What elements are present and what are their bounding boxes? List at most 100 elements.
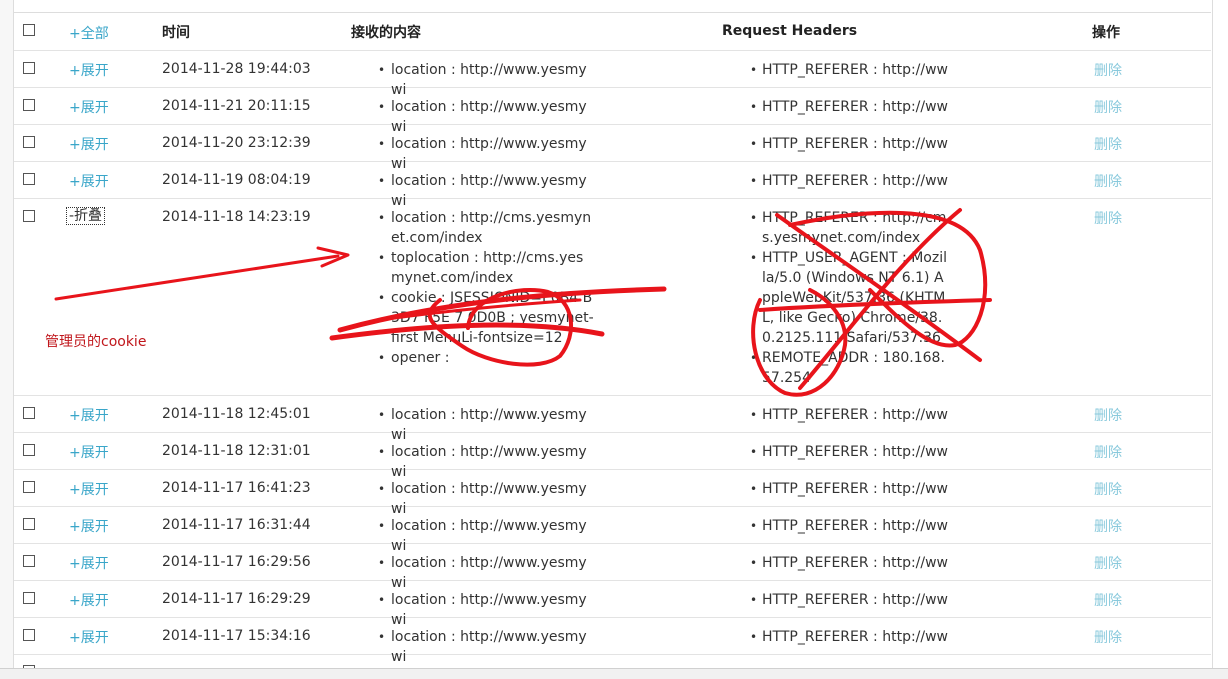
content-item: location : http://cms.yesmynet.com/index [376,208,596,248]
actions-column-header: 操作 [1092,25,1120,41]
request-headers-list: HTTP_REFERER : http://ww [748,590,948,610]
header-item: HTTP_REFERER : http://cms.yesmynet.com/i… [748,208,948,248]
header-item: HTTP_USER_AGENT : Mozilla/5.0 (Windows N… [748,248,948,348]
row-time: 2014-11-18 14:23:19 [162,209,311,225]
table-row: +展开2014-11-17 16:29:29location : http://… [14,580,1211,628]
header-item: REMOTE_ADDR : 180.168.57.254 [748,348,948,388]
request-headers-list: HTTP_REFERER : http://ww [748,405,948,425]
row-time: 2014-11-18 12:45:01 [162,406,311,422]
select-all-checkbox[interactable] [23,24,35,36]
request-headers-list: HTTP_REFERER : http://ww [748,97,948,117]
table-row: +展开2014-11-19 08:04:19location : http://… [14,161,1211,209]
delete-link[interactable]: 删除 [1094,553,1122,573]
request-headers-list: HTTP_REFERER : http://ww [748,553,948,573]
row-time: 2014-11-28 19:44:03 [162,61,311,77]
table-header-row: +全部 时间 接收的内容 Request Headers 操作 [14,13,1211,51]
header-item: HTTP_REFERER : http://ww [748,97,948,117]
expand-toggle[interactable]: +展开 [69,60,109,80]
content-item: opener : [376,348,596,368]
row-checkbox[interactable] [23,136,35,148]
request-headers-list: HTTP_REFERER : http://ww [748,60,948,80]
header-item: HTTP_REFERER : http://ww [748,590,948,610]
row-time: 2014-11-21 20:11:15 [162,98,311,114]
row-checkbox[interactable] [23,555,35,567]
delete-link[interactable]: 删除 [1094,479,1122,499]
table-row: +展开2014-11-17 16:29:56location : http://… [14,543,1211,591]
row-checkbox[interactable] [23,629,35,641]
table-row: +展开2014-11-18 12:31:01location : http://… [14,432,1211,480]
expand-toggle[interactable]: +展开 [69,171,109,191]
request-headers-list: HTTP_REFERER : http://ww [748,479,948,499]
request-headers-list: HTTP_REFERER : http://cms.yesmynet.com/i… [748,208,948,388]
delete-link[interactable]: 删除 [1094,405,1122,425]
row-checkbox[interactable] [23,444,35,456]
delete-link[interactable]: 删除 [1094,442,1122,462]
table-row: +展开2014-11-21 20:11:15location : http://… [14,87,1211,135]
row-time: 2014-11-17 16:29:56 [162,554,311,570]
expand-toggle[interactable]: +展开 [69,97,109,117]
delete-link[interactable]: 删除 [1094,627,1122,647]
delete-link[interactable]: 删除 [1094,97,1122,117]
content-item: cookie : JSESSIONID=E0B4 B3D7 F5E 7 0D0B… [376,288,596,348]
header-item: HTTP_REFERER : http://ww [748,516,948,536]
expand-toggle[interactable]: +展开 [69,442,109,462]
header-item: HTTP_REFERER : http://ww [748,479,948,499]
content-column-header: 接收的内容 [351,25,421,41]
row-time: 2014-11-17 16:41:23 [162,480,311,496]
header-item: HTTP_REFERER : http://ww [748,134,948,154]
expand-toggle[interactable]: +展开 [69,627,109,647]
request-headers-list: HTTP_REFERER : http://ww [748,516,948,536]
expand-toggle[interactable]: +展开 [69,134,109,154]
expand-toggle[interactable]: +展开 [69,590,109,610]
table-row: +展开2014-11-17 16:41:23location : http://… [14,469,1211,517]
header-item: HTTP_REFERER : http://ww [748,405,948,425]
received-content-list: location : http://cms.yesmynet.com/index… [376,208,596,368]
row-checkbox[interactable] [23,518,35,530]
row-checkbox[interactable] [23,407,35,419]
table-row: +展开2014-11-18 12:45:01location : http://… [14,395,1211,443]
expand-toggle[interactable]: +展开 [69,553,109,573]
row-checkbox[interactable] [23,173,35,185]
request-headers-list: HTTP_REFERER : http://ww [748,442,948,462]
admin-cookie-annotation: 管理员的cookie [45,334,147,350]
delete-link[interactable]: 删除 [1094,171,1122,191]
row-checkbox[interactable] [23,62,35,74]
row-time: 2014-11-17 16:29:29 [162,591,311,607]
row-checkbox[interactable] [23,210,35,222]
row-checkbox[interactable] [23,592,35,604]
horizontal-scrollbar[interactable] [0,668,1228,679]
request-headers-list: HTTP_REFERER : http://ww [748,627,948,647]
table-row: +展开2014-11-28 19:44:03location : http://… [14,50,1211,98]
row-time: 2014-11-20 23:12:39 [162,135,311,151]
row-time: 2014-11-19 08:04:19 [162,172,311,188]
header-item: HTTP_REFERER : http://ww [748,627,948,647]
time-column-header: 时间 [162,25,190,41]
row-time: 2014-11-17 15:34:16 [162,628,311,644]
expand-toggle[interactable]: +展开 [69,516,109,536]
header-item: HTTP_REFERER : http://ww [748,171,948,191]
table-row: -折叠 2014-11-18 14:23:19 location : http://… [14,198,1211,396]
select-all-link[interactable]: +全部 [69,23,109,43]
delete-link[interactable]: 删除 [1094,516,1122,536]
delete-link[interactable]: 删除 [1094,590,1122,610]
row-checkbox[interactable] [23,481,35,493]
header-item: HTTP_REFERER : http://ww [748,553,948,573]
content-item: toplocation : http://cms.yesmynet.com/in… [376,248,596,288]
headers-column-header: Request Headers [722,23,858,39]
table-row: +展开2014-11-20 23:12:39location : http://… [14,124,1211,172]
row-checkbox[interactable] [23,99,35,111]
request-headers-list: HTTP_REFERER : http://ww [748,134,948,154]
expand-toggle[interactable]: +展开 [69,405,109,425]
delete-link[interactable]: 删除 [1094,208,1122,228]
delete-link[interactable]: 删除 [1094,60,1122,80]
header-item: HTTP_REFERER : http://ww [748,60,948,80]
request-headers-list: HTTP_REFERER : http://ww [748,171,948,191]
left-scroll-gutter [0,0,13,678]
table-row: +展开2014-11-17 15:34:16location : http://… [14,617,1211,665]
collapse-toggle[interactable]: -折叠 [65,207,106,225]
header-item: HTTP_REFERER : http://ww [748,442,948,462]
table-row: +展开2014-11-17 16:31:44location : http://… [14,506,1211,554]
expand-toggle[interactable]: +展开 [69,479,109,499]
delete-link[interactable]: 删除 [1094,134,1122,154]
row-time: 2014-11-17 16:31:44 [162,517,311,533]
